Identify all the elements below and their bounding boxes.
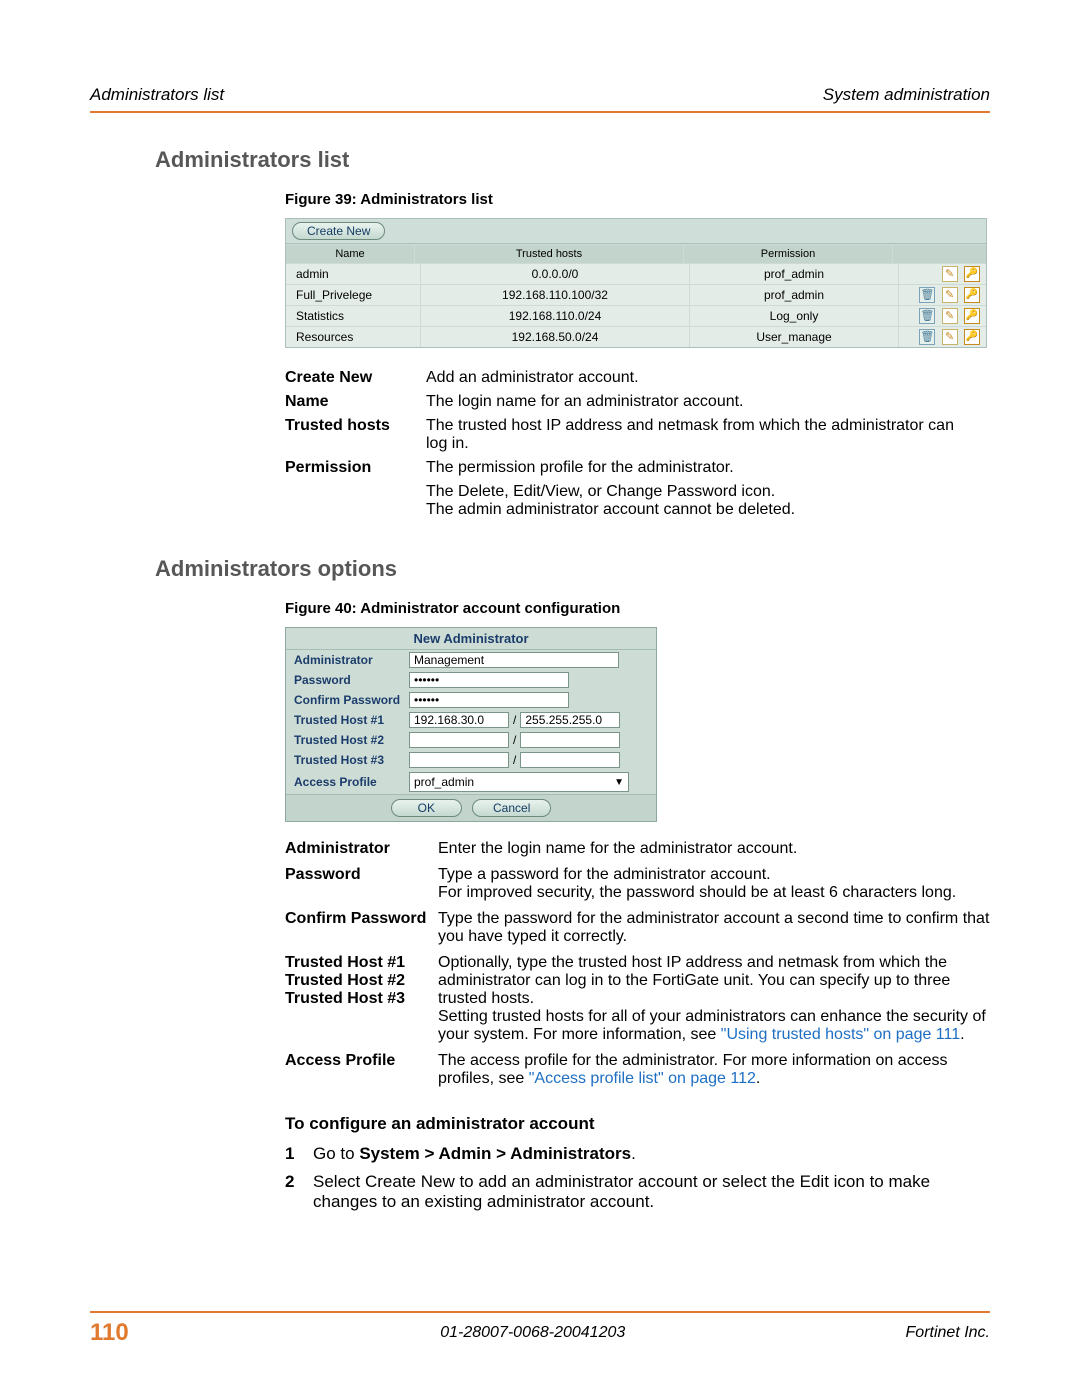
link-access-profile-list[interactable]: "Access profile list" on page 112 <box>529 1070 756 1087</box>
def-key: Permission <box>285 456 426 480</box>
admin-list-definitions: Create New Add an administrator account.… <box>285 366 985 522</box>
cell-name: Resources <box>286 327 421 347</box>
table-row: Full_Privelege 192.168.110.100/32 prof_a… <box>286 284 986 305</box>
trusted-host-1-mask-input[interactable]: 255.255.255.0 <box>520 712 620 728</box>
step-text: Go to System > Admin > Administrators. <box>313 1144 990 1164</box>
password-icon[interactable] <box>964 329 980 345</box>
cell-hosts: 0.0.0.0/0 <box>421 264 690 284</box>
def-val: The permission profile for the administr… <box>426 456 985 480</box>
col-trusted-hosts: Trusted hosts <box>415 245 684 263</box>
password-icon[interactable] <box>964 266 980 282</box>
section-title-admin-list: Administrators list <box>155 147 990 173</box>
access-profile-select[interactable]: prof_admin ▼ <box>409 772 629 792</box>
def-key: Password <box>285 862 438 906</box>
def-val: Type the password for the administrator … <box>438 906 1005 950</box>
cell-perm: prof_admin <box>690 285 899 305</box>
select-value: prof_admin <box>414 775 474 789</box>
col-permission: Permission <box>684 245 893 263</box>
edit-icon[interactable] <box>942 329 958 345</box>
delete-icon[interactable] <box>919 287 935 303</box>
edit-icon[interactable] <box>942 266 958 282</box>
def-val: Optionally, type the trusted host IP add… <box>438 950 1005 1048</box>
label-trusted-host-1: Trusted Host #1 <box>294 713 409 727</box>
label-password: Password <box>294 673 409 687</box>
cell-hosts: 192.168.110.0/24 <box>421 306 690 326</box>
label-trusted-host-2: Trusted Host #2 <box>294 733 409 747</box>
cell-perm: Log_only <box>690 306 899 326</box>
def-key: Trusted Host #1 Trusted Host #2 Trusted … <box>285 950 438 1048</box>
form-title: New Administrator <box>286 628 656 650</box>
col-name: Name <box>286 245 415 263</box>
create-new-button[interactable]: Create New <box>292 222 385 240</box>
header-right: System administration <box>823 85 990 105</box>
password-icon[interactable] <box>964 287 980 303</box>
def-val: Add an administrator account. <box>426 366 985 390</box>
cell-name: admin <box>286 264 421 284</box>
def-key: Access Profile <box>285 1048 438 1092</box>
edit-icon[interactable] <box>942 308 958 324</box>
cell-name: Full_Privelege <box>286 285 421 305</box>
administrator-input[interactable]: Management <box>409 652 619 668</box>
company-name: Fortinet Inc. <box>906 1324 990 1342</box>
label-confirm-password: Confirm Password <box>294 693 409 707</box>
document-id: 01-28007-0068-20041203 <box>160 1324 906 1342</box>
label-administrator: Administrator <box>294 653 409 667</box>
trusted-host-2-mask-input[interactable] <box>520 732 620 748</box>
def-key: Trusted hosts <box>285 414 426 456</box>
trusted-host-3-mask-input[interactable] <box>520 752 620 768</box>
icons-note: The admin administrator account cannot b… <box>426 501 795 518</box>
page-number: 110 <box>90 1319 160 1347</box>
delete-icon[interactable] <box>919 329 935 345</box>
table-row: Statistics 192.168.110.0/24 Log_only <box>286 305 986 326</box>
icons-note: The Delete, Edit/View, or Change Passwor… <box>426 483 775 500</box>
admin-list-screenshot: Create New Name Trusted hosts Permission… <box>285 218 987 348</box>
cell-hosts: 192.168.50.0/24 <box>421 327 690 347</box>
trusted-host-2-ip-input[interactable] <box>409 732 509 748</box>
trusted-host-3-ip-input[interactable] <box>409 752 509 768</box>
edit-icon[interactable] <box>942 287 958 303</box>
slash: / <box>509 753 520 767</box>
def-key: Name <box>285 390 426 414</box>
cell-perm: User_manage <box>690 327 899 347</box>
def-key: Administrator <box>285 836 438 862</box>
table-row: admin 0.0.0.0/0 prof_admin <box>286 263 986 284</box>
def-val: Enter the login name for the administrat… <box>438 836 1005 862</box>
def-key: Create New <box>285 366 426 390</box>
slash: / <box>509 713 520 727</box>
label-access-profile: Access Profile <box>294 775 409 789</box>
step-text: Select Create New to add an administrato… <box>313 1172 990 1212</box>
figure39-caption: Figure 39: Administrators list <box>285 191 990 208</box>
def-val: The trusted host IP address and netmask … <box>426 414 985 456</box>
chevron-down-icon: ▼ <box>614 777 624 788</box>
table-row: Resources 192.168.50.0/24 User_manage <box>286 326 986 347</box>
def-val: The Delete, Edit/View, or Change Passwor… <box>426 480 985 522</box>
admin-options-definitions: Administrator Enter the login name for t… <box>285 836 1005 1092</box>
header-left: Administrators list <box>90 85 224 105</box>
slash: / <box>509 733 520 747</box>
cell-name: Statistics <box>286 306 421 326</box>
def-val: The access profile for the administrator… <box>438 1048 1005 1092</box>
link-using-trusted-hosts[interactable]: "Using trusted hosts" on page 111 <box>721 1026 960 1043</box>
footer-rule <box>90 1311 990 1313</box>
step-number: 2 <box>285 1172 313 1212</box>
procedure-heading: To configure an administrator account <box>285 1114 990 1134</box>
confirm-password-input[interactable]: •••••• <box>409 692 569 708</box>
new-admin-form: New Administrator Administrator Manageme… <box>285 627 657 822</box>
cancel-button[interactable]: Cancel <box>472 799 551 817</box>
password-icon[interactable] <box>964 308 980 324</box>
step-number: 1 <box>285 1144 313 1164</box>
cell-perm: prof_admin <box>690 264 899 284</box>
password-input[interactable]: •••••• <box>409 672 569 688</box>
cell-hosts: 192.168.110.100/32 <box>421 285 690 305</box>
def-key: Confirm Password <box>285 906 438 950</box>
delete-icon[interactable] <box>919 308 935 324</box>
def-val: Type a password for the administrator ac… <box>438 862 1005 906</box>
ok-button[interactable]: OK <box>391 799 462 817</box>
section-title-admin-options: Administrators options <box>155 556 990 582</box>
label-trusted-host-3: Trusted Host #3 <box>294 753 409 767</box>
trusted-host-1-ip-input[interactable]: 192.168.30.0 <box>409 712 509 728</box>
header-rule <box>90 111 990 113</box>
figure40-caption: Figure 40: Administrator account configu… <box>285 600 990 617</box>
def-val: The login name for an administrator acco… <box>426 390 985 414</box>
